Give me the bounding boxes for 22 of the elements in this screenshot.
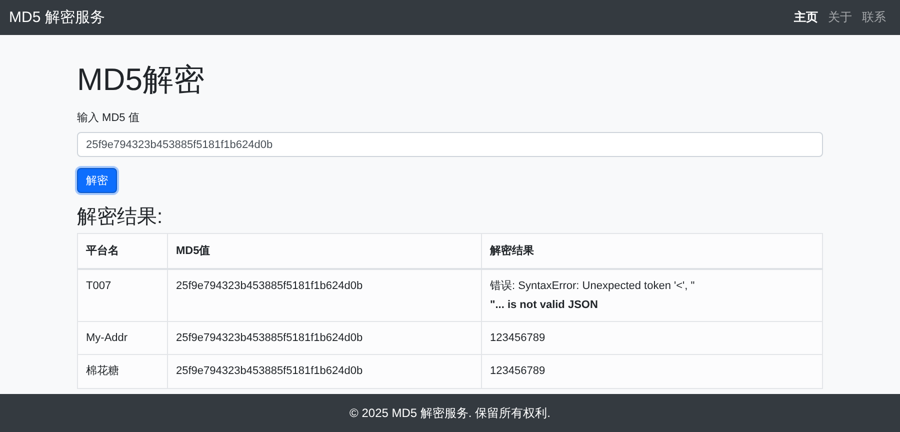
field-label: 输入 MD5 值 xyxy=(77,111,140,126)
results-heading: 解密结果: xyxy=(77,205,164,230)
table-cell: My-Addr xyxy=(78,322,168,355)
page-title: MD5解密 xyxy=(77,61,206,98)
brand-link[interactable]: MD5 解密服务 xyxy=(9,8,105,27)
footer-text: © 2025 MD5 解密服务. 保留所有权利. xyxy=(350,404,550,422)
decrypt-button[interactable]: 解密 xyxy=(77,168,117,194)
table-cell: 123456789 xyxy=(482,322,822,355)
table-cell: 错误: SyntaxError: Unexpected token '<', " "... is not valid JSON xyxy=(482,269,822,322)
column-header: 解密结果 xyxy=(482,234,822,270)
table-cell: 棉花糖 xyxy=(78,354,168,388)
table-cell: T007 xyxy=(78,269,168,322)
table-cell: 25f9e794323b453885f5181f1b624d0b xyxy=(168,322,482,355)
input-field[interactable]: 25f9e794323b453885f5181f1b624d0b xyxy=(77,132,823,158)
table-cell: 25f9e794323b453885f5181f1b624d0b xyxy=(168,269,482,322)
nav-link[interactable]: 主页 xyxy=(794,9,818,26)
nav-link[interactable]: 关于 xyxy=(828,9,852,26)
table-cell: 123456789 xyxy=(482,354,822,388)
nav-link[interactable]: 联系 xyxy=(862,9,886,26)
column-header: MD5值 xyxy=(168,234,482,270)
column-header: 平台名 xyxy=(78,234,168,270)
table-cell: 25f9e794323b453885f5181f1b624d0b xyxy=(168,354,482,388)
